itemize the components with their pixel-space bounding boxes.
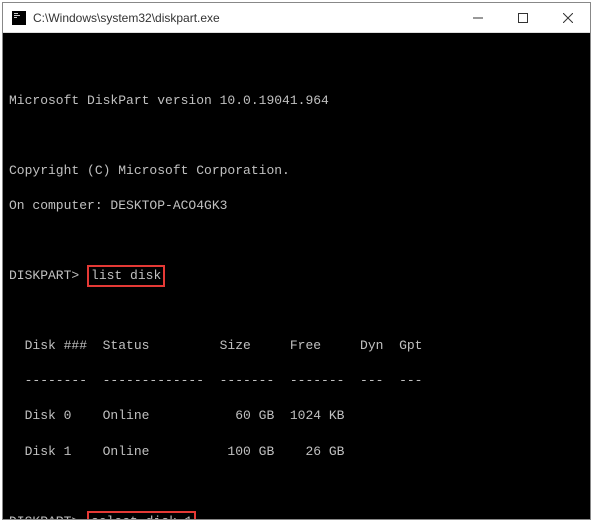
close-button[interactable] — [545, 3, 590, 32]
disk-row-0: Disk 0 Online 60 GB 1024 KB — [9, 407, 584, 425]
command-highlight: select disk 1 — [87, 511, 196, 519]
version-text: Microsoft DiskPart version 10.0.19041.96… — [9, 92, 584, 110]
maximize-button[interactable] — [500, 3, 545, 32]
copyright-text: Copyright (C) Microsoft Corporation. — [9, 162, 584, 180]
terminal-window: C:\Windows\system32\diskpart.exe Microso… — [2, 2, 591, 520]
disk-row-1: Disk 1 Online 100 GB 26 GB — [9, 443, 584, 461]
titlebar[interactable]: C:\Windows\system32\diskpart.exe — [3, 3, 590, 33]
minimize-button[interactable] — [455, 3, 500, 32]
prompt-line-2: DISKPART> select disk 1 — [9, 513, 584, 519]
app-icon — [11, 10, 27, 26]
window-controls — [455, 3, 590, 32]
terminal-output[interactable]: Microsoft DiskPart version 10.0.19041.96… — [3, 33, 590, 519]
disk-table-divider: -------- ------------- ------- ------- -… — [9, 372, 584, 390]
window-title: C:\Windows\system32\diskpart.exe — [33, 11, 455, 25]
computer-text: On computer: DESKTOP-ACO4GK3 — [9, 197, 584, 215]
command-highlight: list disk — [87, 265, 165, 287]
disk-table-header: Disk ### Status Size Free Dyn Gpt — [9, 337, 584, 355]
prompt-line-1: DISKPART> list disk — [9, 267, 584, 285]
